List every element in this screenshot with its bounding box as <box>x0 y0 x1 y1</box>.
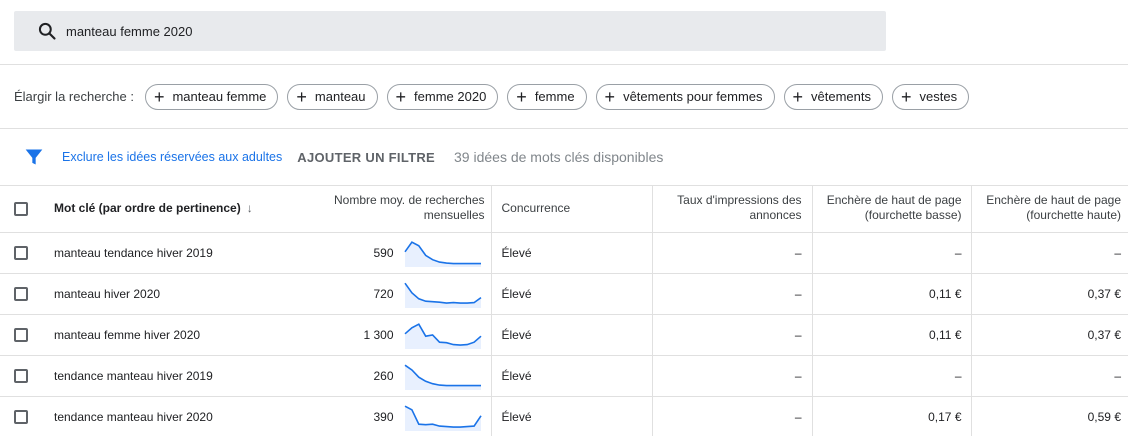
trend-sparkline <box>403 322 482 349</box>
sparkline-area <box>404 323 481 349</box>
keyword-table: Mot clé (par ordre de pertinence) ↓ Nombr… <box>0 185 1128 436</box>
table-row: manteau tendance hiver 2019 590 Élevé – … <box>0 232 1128 274</box>
trend-sparkline <box>404 364 481 390</box>
plus-icon: + <box>516 86 527 107</box>
plus-icon: + <box>395 86 407 107</box>
chip-manteau-femme[interactable]: + manteau femme <box>144 83 279 110</box>
bid-high-cell: – <box>971 232 1128 274</box>
trend-sparkline <box>403 240 481 267</box>
plus-icon: + <box>901 86 912 107</box>
chip-manteau[interactable]: + manteau <box>287 83 378 110</box>
volume-value: 720 <box>373 286 394 301</box>
impressions-cell: – <box>652 314 813 356</box>
keyword-cell: manteau tendance hiver 2019 <box>42 232 274 274</box>
plus-icon: + <box>792 86 804 107</box>
bid-high-cell: – <box>971 355 1128 397</box>
plus-icon: + <box>296 86 307 107</box>
divider <box>0 64 1128 65</box>
trend-sparkline <box>404 404 482 431</box>
volume-value: 260 <box>373 368 394 383</box>
divider <box>0 128 1128 129</box>
row-checkbox[interactable] <box>14 286 28 301</box>
add-filter-button[interactable]: AJOUTER UN FILTRE <box>297 150 435 165</box>
header-select-all[interactable] <box>0 185 42 233</box>
chip-vestes[interactable]: + vestes <box>892 83 970 110</box>
competition-cell: Élevé <box>491 396 653 436</box>
chip-vetements-pour-femmes[interactable]: + vêtements pour femmes <box>595 83 775 110</box>
keyword-cell: manteau femme hiver 2020 <box>42 314 274 356</box>
impressions-cell: – <box>652 355 813 397</box>
sort-arrow-icon[interactable]: ↓ <box>247 201 253 215</box>
competition-cell: Élevé <box>491 232 653 274</box>
exclude-adult-ideas-link[interactable]: Exclure les idées réservées aux adultes <box>62 150 282 164</box>
bid-high-cell: 0,37 € <box>971 314 1128 356</box>
impressions-cell: – <box>652 232 813 274</box>
table-row: tendance manteau hiver 2019 260 Élevé – … <box>0 355 1128 397</box>
header-keyword[interactable]: Mot clé (par ordre de pertinence) ↓ <box>42 185 274 233</box>
volume-value: 1 300 <box>363 327 394 342</box>
header-bid-low[interactable]: Enchère de haut de page (fourchette basse… <box>812 185 972 233</box>
keyword-cell: manteau hiver 2020 <box>42 273 274 315</box>
trend-sparkline <box>403 282 481 308</box>
volume-value: 590 <box>373 245 394 260</box>
chip-vetements[interactable]: + vêtements <box>783 83 884 110</box>
keyword-cell: tendance manteau hiver 2020 <box>42 396 274 436</box>
idea-count: 39 idées de mots clés disponibles <box>454 149 664 165</box>
table-header-row: Mot clé (par ordre de pertinence) ↓ Nombr… <box>0 185 1128 233</box>
table-row: manteau hiver 2020 720 Élevé – 0,11 € 0,… <box>0 273 1128 315</box>
competition-cell: Élevé <box>491 355 653 397</box>
header-volume[interactable]: Nombre moy. de recherches mensuelles <box>274 185 492 233</box>
search-icon <box>36 20 58 42</box>
row-checkbox[interactable] <box>14 327 28 342</box>
sparkline-area <box>404 282 481 308</box>
search-bar[interactable]: manteau femme 2020 <box>14 11 886 51</box>
competition-cell: Élevé <box>491 273 653 315</box>
broaden-search-row: Élargir la recherche : + manteau femme + m… <box>14 83 978 110</box>
header-competition[interactable]: Concurrence <box>491 185 653 233</box>
impressions-cell: – <box>652 273 813 315</box>
checkbox[interactable] <box>14 201 28 216</box>
chip-femme[interactable]: + femme <box>507 83 587 110</box>
row-checkbox[interactable] <box>14 245 28 260</box>
filter-row: Exclure les idées réservées aux adultes … <box>24 145 663 169</box>
table-row: manteau femme hiver 2020 1 300 Élevé – 0… <box>0 314 1128 356</box>
plus-icon: + <box>153 86 165 107</box>
bid-low-cell: – <box>812 355 972 397</box>
bid-high-cell: 0,59 € <box>971 396 1128 436</box>
row-checkbox[interactable] <box>14 368 28 383</box>
volume-value: 390 <box>373 409 394 424</box>
keyword-cell: tendance manteau hiver 2019 <box>42 355 274 397</box>
impressions-cell: – <box>652 396 813 436</box>
plus-icon: + <box>604 86 616 107</box>
table-row: tendance manteau hiver 2020 390 Élevé – … <box>0 396 1128 436</box>
row-checkbox[interactable] <box>14 409 28 424</box>
bid-low-cell: – <box>812 232 972 274</box>
bid-low-cell: 0,17 € <box>812 396 972 436</box>
bid-low-cell: 0,11 € <box>812 314 972 356</box>
chip-femme-2020[interactable]: + femme 2020 <box>386 83 499 110</box>
search-input[interactable]: manteau femme 2020 <box>66 24 192 39</box>
header-bid-high[interactable]: Enchère de haut de page (fourchette haute… <box>971 185 1128 233</box>
competition-cell: Élevé <box>491 314 653 356</box>
broaden-label: Élargir la recherche : <box>14 89 134 104</box>
bid-low-cell: 0,11 € <box>812 273 972 315</box>
header-impressions[interactable]: Taux d'impressions des annonces <box>652 185 813 233</box>
filter-icon[interactable] <box>24 147 44 167</box>
bid-high-cell: 0,37 € <box>971 273 1128 315</box>
